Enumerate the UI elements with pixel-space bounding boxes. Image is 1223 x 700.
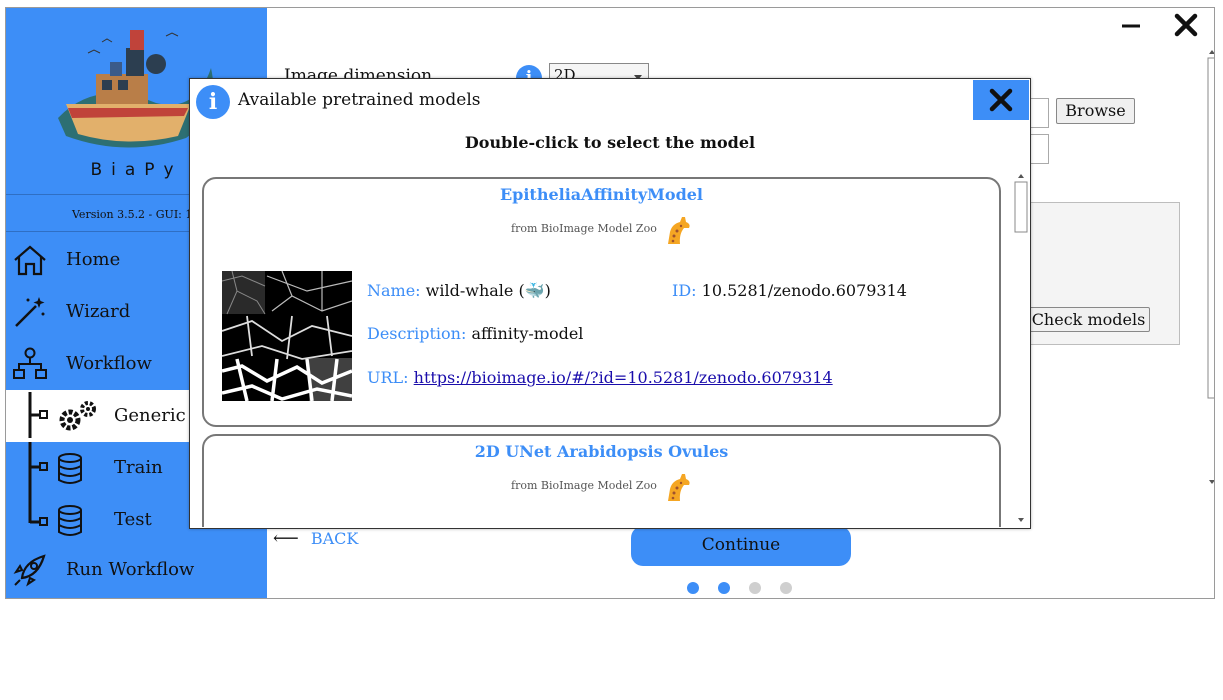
giraffe-icon — [668, 474, 690, 501]
model-description-key: Description: — [367, 324, 467, 343]
model-id-field: ID: 10.5281/zenodo.6079314 — [672, 281, 907, 300]
step-dot-4 — [780, 582, 792, 594]
model-source: from BioImage Model Zoo — [511, 479, 657, 492]
sidebar-item-label: Run Workflow — [66, 559, 195, 580]
dialog-subtitle: Double-click to select the model — [464, 133, 756, 152]
model-name-key: Name: — [367, 281, 421, 300]
dialog-close-button[interactable] — [973, 80, 1029, 120]
tree-branch-icon — [28, 442, 48, 494]
home-icon — [14, 245, 46, 276]
back-button[interactable]: ⟵ BACK — [273, 528, 358, 549]
model-title: EpitheliaAffinityModel — [499, 185, 704, 204]
workflow-icon — [13, 347, 47, 379]
model-url-link[interactable]: https://bioimage.io/#/?id=10.5281/zenodo… — [414, 368, 833, 387]
pretrained-models-dialog: i Available pretrained models Double-cli… — [189, 78, 1031, 529]
model-url-field: URL: https://bioimage.io/#/?id=10.5281/z… — [367, 368, 833, 387]
close-window-icon[interactable] — [1173, 12, 1199, 38]
sidebar-item-label: Workflow — [66, 353, 152, 374]
main-scrollbar[interactable] — [1206, 48, 1215, 488]
model-description-value: affinity-model — [471, 324, 584, 343]
model-card[interactable]: EpitheliaAffinityModel from BioImage Mod… — [202, 177, 1001, 427]
sidebar-item-label: Test — [114, 509, 152, 530]
gears-icon — [59, 401, 96, 431]
arrow-left-icon: ⟵ — [273, 528, 299, 549]
dialog-title: Available pretrained models — [238, 90, 481, 110]
model-title: 2D UNet Arabidopsis Ovules — [474, 442, 729, 461]
model-cover-image — [222, 271, 352, 401]
model-source: from BioImage Model Zoo — [511, 222, 657, 235]
close-icon — [989, 88, 1013, 112]
step-dot-1 — [687, 582, 699, 594]
giraffe-icon — [668, 217, 690, 244]
continue-button[interactable]: Continue — [631, 526, 851, 566]
info-icon: i — [196, 85, 230, 119]
rocket-icon — [13, 554, 46, 587]
back-label: BACK — [310, 529, 359, 548]
sidebar-item-label: Generic — [114, 405, 186, 426]
sidebar-item-run-workflow[interactable]: Run Workflow — [6, 544, 267, 596]
model-id-value: 10.5281/zenodo.6079314 — [701, 281, 907, 300]
model-name-field: Name: wild-whale (🐳) — [367, 281, 551, 300]
tree-branch-icon — [28, 392, 48, 438]
step-dot-3 — [749, 582, 761, 594]
step-dot-2 — [718, 582, 730, 594]
sidebar-item-label: Home — [66, 249, 121, 270]
database-icon — [58, 453, 82, 484]
model-description-field: Description: affinity-model — [367, 324, 583, 343]
model-list: EpitheliaAffinityModel from BioImage Mod… — [190, 171, 1030, 527]
tree-branch-icon — [28, 494, 48, 526]
model-id-key: ID: — [672, 281, 697, 300]
check-models-button[interactable]: Check models — [1027, 307, 1150, 332]
dialog-scrollbar[interactable] — [1014, 172, 1028, 526]
database-icon — [58, 505, 82, 536]
model-name-value: wild-whale (🐳) — [425, 281, 551, 300]
sidebar-item-label: Train — [114, 457, 163, 478]
model-url-key: URL: — [367, 368, 409, 387]
magic-wand-icon — [15, 297, 45, 327]
browse-button[interactable]: Browse — [1056, 98, 1135, 124]
minimize-icon[interactable] — [1120, 18, 1142, 32]
sidebar-item-label: Wizard — [66, 301, 131, 322]
model-card[interactable]: 2D UNet Arabidopsis Ovules from BioImage… — [202, 434, 1001, 527]
